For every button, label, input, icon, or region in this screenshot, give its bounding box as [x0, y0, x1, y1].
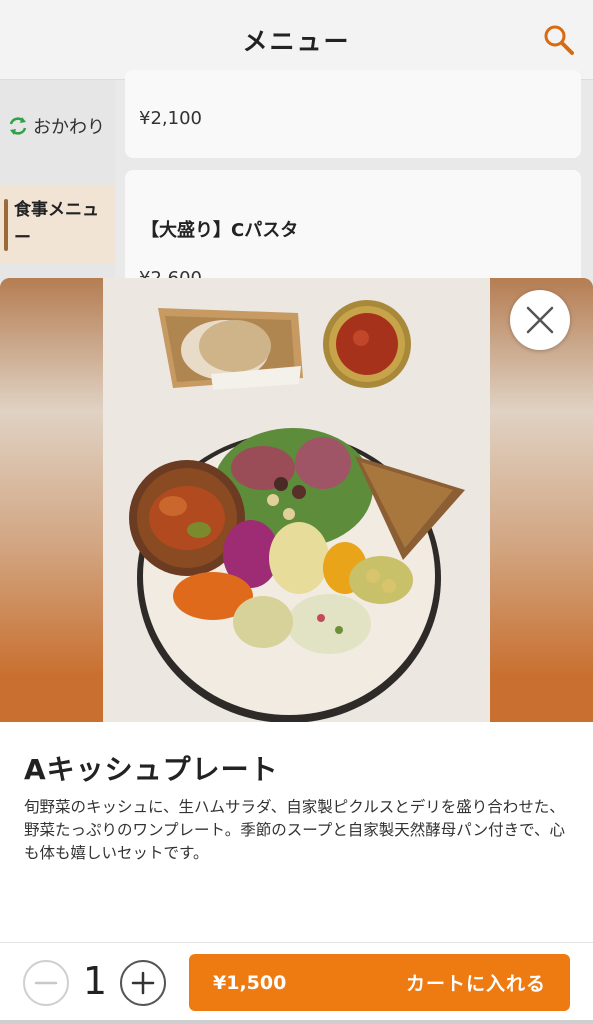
- cart-label: カートに入れる: [405, 973, 546, 995]
- quantity-value: 1: [82, 959, 108, 1003]
- quantity-decrease-button[interactable]: [23, 960, 69, 1006]
- app-header: メニュー: [0, 0, 593, 80]
- soup-cup: [323, 300, 411, 388]
- item-photo-area: [0, 278, 593, 722]
- refresh-icon: [9, 117, 27, 135]
- order-footer: 1 ¥1,500 カートに入れる: [0, 942, 593, 1024]
- search-icon: [544, 25, 574, 55]
- item-title: Aキッシュプレート: [24, 753, 279, 786]
- close-button[interactable]: [510, 290, 570, 350]
- cart-price: ¥1,500: [213, 971, 287, 994]
- plus-icon: [131, 971, 155, 995]
- item-description: 旬野菜のキッシュに、生ハムサラダ、自家製ピクルスとデリを盛り合わせた、野菜たっぷ…: [24, 798, 565, 862]
- photo-blur-left: [0, 278, 103, 722]
- sidebar-item-label: おかわり: [33, 117, 105, 138]
- menu-item-name: 【大盛り】Cパスタ: [141, 220, 299, 241]
- menu-item-price: ¥2,100: [139, 108, 202, 129]
- bread-basket: [158, 308, 303, 390]
- sidebar-item-refill[interactable]: おかわり: [0, 98, 115, 154]
- bottom-divider: [0, 1020, 593, 1024]
- menu-card[interactable]: ¥2,100: [125, 70, 581, 158]
- close-icon: [526, 306, 554, 334]
- item-photo: [103, 278, 490, 722]
- minus-icon: [34, 981, 58, 985]
- add-to-cart-button[interactable]: ¥1,500 カートに入れる: [189, 954, 570, 1011]
- category-sidebar: おかわり 食事メニュ ー: [0, 80, 115, 300]
- item-detail-modal: Aキッシュプレート 旬野菜のキッシュに、生ハムサラダ、自家製ピクルスとデリを盛り…: [0, 278, 593, 1024]
- sidebar-item-label: 食事メニュ ー: [14, 200, 99, 248]
- quantity-increase-button[interactable]: [120, 960, 166, 1006]
- sidebar-item-food-menu[interactable]: 食事メニュ ー: [0, 185, 115, 263]
- page-title: メニュー: [242, 26, 351, 56]
- search-button[interactable]: [541, 22, 577, 58]
